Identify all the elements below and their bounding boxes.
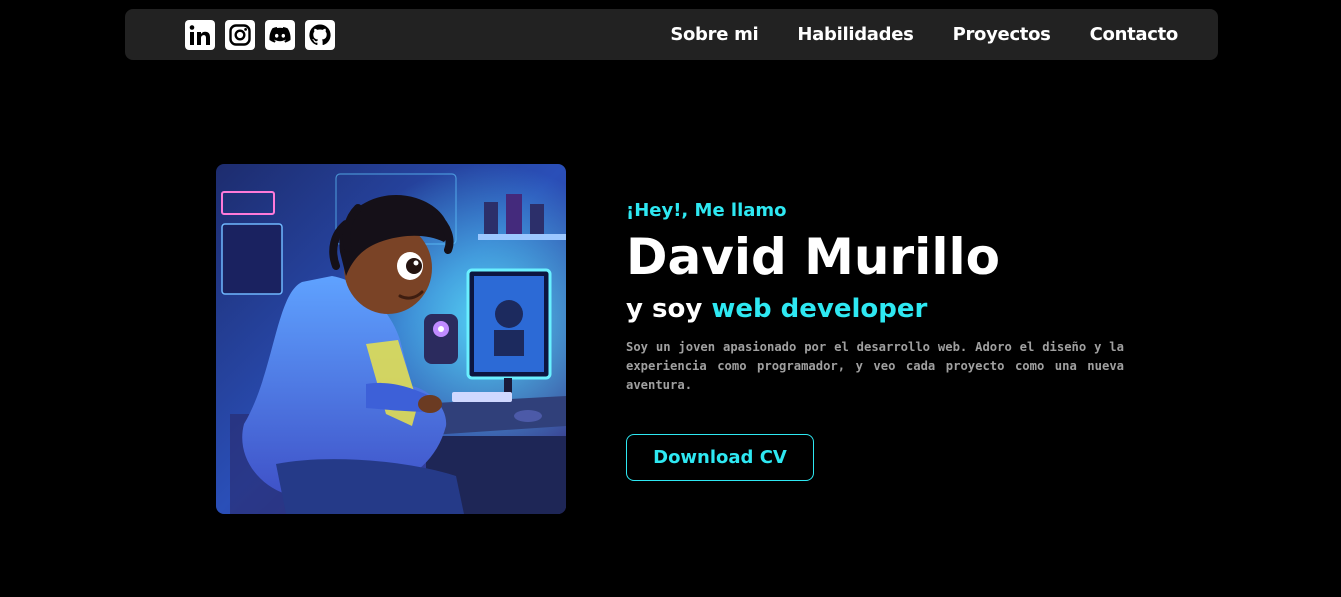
role-prefix: y soy bbox=[626, 294, 703, 324]
nav-link-habilidades[interactable]: Habilidades bbox=[797, 24, 913, 45]
hero-name: David Murillo bbox=[626, 228, 1000, 286]
hero-intro: ¡Hey!, Me llamo bbox=[626, 200, 787, 221]
instagram-link[interactable] bbox=[225, 20, 255, 50]
instagram-icon bbox=[229, 24, 251, 46]
download-cv-button[interactable]: Download CV bbox=[626, 434, 814, 481]
developer-illustration bbox=[216, 164, 566, 514]
github-icon bbox=[309, 24, 331, 46]
nav-link-proyectos[interactable]: Proyectos bbox=[953, 24, 1051, 45]
hero-illustration bbox=[216, 164, 566, 514]
nav-link-contacto[interactable]: Contacto bbox=[1090, 24, 1179, 45]
hero-role: y soy web developer bbox=[626, 294, 927, 324]
discord-icon bbox=[269, 27, 291, 43]
github-link[interactable] bbox=[305, 20, 335, 50]
linkedin-link[interactable] bbox=[185, 20, 215, 50]
nav-link-sobre-mi[interactable]: Sobre mi bbox=[670, 24, 758, 45]
social-links bbox=[185, 20, 335, 50]
hero-description: Soy un joven apasionado por el desarroll… bbox=[626, 340, 1124, 392]
nav-links: Sobre mi Habilidades Proyectos Contacto bbox=[670, 9, 1178, 60]
role-accent: web developer bbox=[711, 294, 928, 324]
navbar: Sobre mi Habilidades Proyectos Contacto bbox=[125, 9, 1218, 60]
linkedin-icon bbox=[189, 25, 210, 45]
discord-link[interactable] bbox=[265, 20, 295, 50]
